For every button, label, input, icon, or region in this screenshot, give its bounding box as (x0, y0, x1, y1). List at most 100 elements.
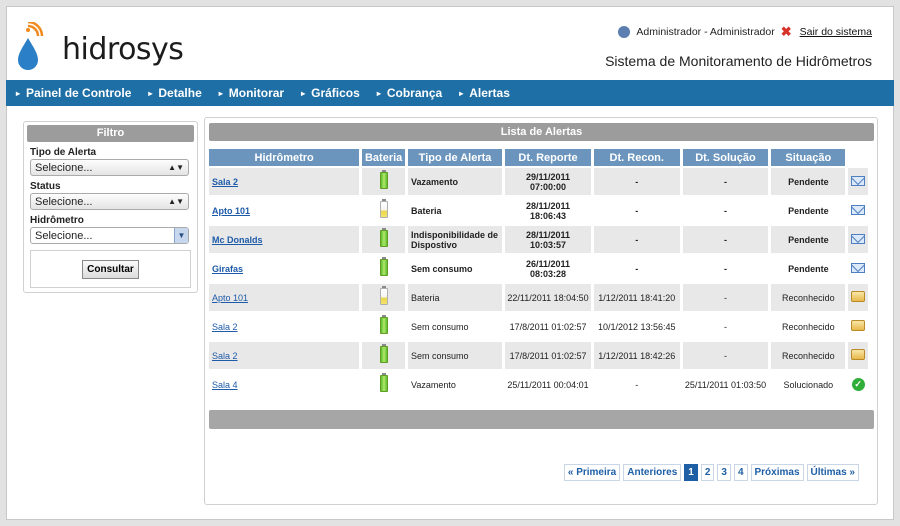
recon-cell: - (593, 168, 680, 195)
table-row: Apto 101 Bateria 22/11/2011 18:04:50 1/12/2… (209, 284, 868, 311)
tipo-cell: Vazamento (408, 168, 503, 195)
hidrometro-link[interactable]: Girafas (212, 264, 243, 274)
col-reporte[interactable]: Dt. Reporte (505, 149, 591, 166)
tipo-alerta-select[interactable]: Selecione... ▲▼ (30, 159, 189, 176)
hidrometro-link[interactable]: Sala 2 (212, 351, 238, 361)
tipo-cell: Bateria (408, 284, 503, 311)
battery-full-icon (379, 315, 388, 334)
nav-cobranca[interactable]: ▸ Cobrança (377, 86, 442, 100)
recon-cell: 1/12/2011 18:41:20 (593, 284, 680, 311)
solucao-cell: - (723, 205, 727, 216)
open-mail-icon[interactable] (851, 291, 866, 302)
recon-cell: - (593, 226, 680, 253)
solucao-cell: - (723, 321, 727, 332)
pager-last[interactable]: Últimas » (806, 464, 859, 481)
brand-name: hidrosys (62, 32, 184, 67)
pager-page-4[interactable]: 4 (733, 464, 748, 481)
tipo-cell: Vazamento (411, 379, 456, 390)
nav-graficos[interactable]: ▸ Gráficos (301, 86, 360, 100)
hidrometro-link[interactable]: Sala 4 (212, 380, 238, 390)
pager-page-2[interactable]: 2 (700, 464, 715, 481)
col-tipo[interactable]: Tipo de Alerta (408, 149, 503, 166)
nav-alertas[interactable]: ▸ Alertas (459, 86, 510, 100)
consultar-box: Consultar (30, 250, 191, 288)
solucao-cell: - (682, 226, 769, 253)
hidrometro-link[interactable]: Apto 101 (212, 293, 248, 303)
reporte-cell: 25/11/2011 00:04:01 (507, 379, 589, 390)
status-label: Status (30, 181, 61, 192)
user-name: Administrador - Administrador (636, 26, 775, 38)
nav-monitorar[interactable]: ▸ Monitorar (219, 86, 284, 100)
col-situacao[interactable]: Situação (771, 149, 846, 166)
nav-detalhe[interactable]: ▸ Detalhe (148, 86, 201, 100)
alerts-panel: Lista de Alertas Hidrômetro Bateria Tipo… (204, 117, 878, 505)
solucao-cell: 25/11/2011 01:03:50 (684, 379, 767, 390)
table-row: Sala 2 Vazamento 29/11/2011 07:00:00- - Pende… (209, 168, 868, 195)
col-bateria[interactable]: Bateria (362, 149, 405, 166)
pager-prev[interactable]: Anteriores (623, 464, 682, 481)
nav-arrow-icon: ▸ (148, 88, 153, 98)
pager-next[interactable]: Próximas (750, 464, 804, 481)
nav-arrow-icon: ▸ (376, 88, 381, 98)
main-nav: ▸ Painel de Controle ▸ Detalhe ▸ Monitorar … (6, 80, 894, 106)
hidrometro-link[interactable]: Sala 2 (212, 177, 238, 187)
solucao-cell: - (682, 342, 769, 369)
filter-title: Filtro (27, 125, 194, 142)
open-mail-icon[interactable] (851, 349, 866, 360)
pager-page-1[interactable]: 1 (684, 464, 698, 481)
situacao-cell: Reconhecido (771, 342, 846, 369)
pagination: « Primeira Anteriores 1 2 3 4 Próximas Ú… (563, 464, 859, 481)
mail-icon[interactable] (851, 233, 866, 244)
chevron-down-icon: ▼ (174, 228, 188, 243)
water-drop-logo-icon (18, 22, 44, 70)
battery-full-icon (379, 228, 388, 247)
open-mail-icon[interactable] (851, 320, 866, 331)
mail-icon[interactable] (851, 175, 866, 186)
reporte-cell: 28/11/2011 18:06:43 (525, 200, 571, 221)
hidrometro-link[interactable]: Mc Donalds (212, 235, 263, 245)
nav-arrow-icon: ▸ (16, 88, 21, 98)
reporte-cell: 28/11/2011 10:03:57 (505, 226, 591, 253)
pager-first[interactable]: « Primeira (563, 464, 621, 481)
table-row: Apto 101 Bateria 28/11/2011 18:06:43 - - Pende… (209, 197, 868, 224)
situacao-cell: Pendente (788, 205, 829, 216)
updown-icon: ▲▼ (168, 197, 184, 206)
col-recon[interactable]: Dt. Recon. (593, 149, 680, 166)
table-row: Girafas Sem consumo 26/11/2011 08:03:28 - - Pe… (209, 255, 868, 282)
hidrometro-link[interactable]: Sala 2 (212, 322, 238, 332)
situacao-cell: Pendente (788, 263, 829, 274)
situacao-cell: Reconhecido (771, 284, 846, 311)
table-row: Mc Donalds Indisponibilidade de Dispostiv… (209, 226, 868, 253)
alerts-table: Hidrômetro Bateria Tipo de Alerta Dt. Re… (206, 147, 871, 400)
hidrometro-select[interactable]: Selecione... ▼ (30, 227, 189, 244)
nav-arrow-icon: ▸ (218, 88, 223, 98)
status-select[interactable]: Selecione... ▲▼ (30, 193, 189, 210)
nav-painel[interactable]: ▸ Painel de Controle (16, 86, 131, 100)
hidrosys-logo: hidrosys (18, 22, 188, 72)
table-footer-bar (209, 410, 874, 429)
col-solucao[interactable]: Dt. Solução (682, 149, 769, 166)
recon-cell: 10/1/2012 13:56:45 (597, 321, 676, 332)
recon-cell: - (635, 205, 639, 216)
recon-cell: - (635, 379, 639, 390)
mail-icon[interactable] (851, 204, 866, 215)
col-hidrometro[interactable]: Hidrômetro (209, 149, 360, 166)
pager-page-3[interactable]: 3 (717, 464, 731, 481)
recon-cell: 1/12/2011 18:42:26 (593, 342, 680, 369)
consultar-button[interactable]: Consultar (82, 259, 139, 279)
tipo-cell: Bateria (411, 205, 442, 216)
reporte-cell: 17/8/2011 01:02:57 (505, 342, 591, 369)
mail-icon[interactable] (851, 262, 866, 273)
battery-low-icon (379, 199, 388, 218)
logout-x-icon[interactable]: ✖ (781, 24, 792, 40)
battery-full-icon (379, 344, 388, 363)
situacao-cell: Pendente (771, 226, 846, 253)
hidrometro-link[interactable]: Apto 101 (212, 206, 250, 216)
situacao-cell: Pendente (771, 168, 846, 195)
user-bar: Administrador - Administrador ✖ Sair do … (618, 24, 872, 40)
battery-low-icon (379, 286, 388, 305)
recon-cell: - (635, 263, 639, 274)
logout-link[interactable]: Sair do sistema (800, 26, 872, 38)
nav-arrow-icon: ▸ (301, 88, 306, 98)
solucao-cell: - (682, 284, 769, 311)
